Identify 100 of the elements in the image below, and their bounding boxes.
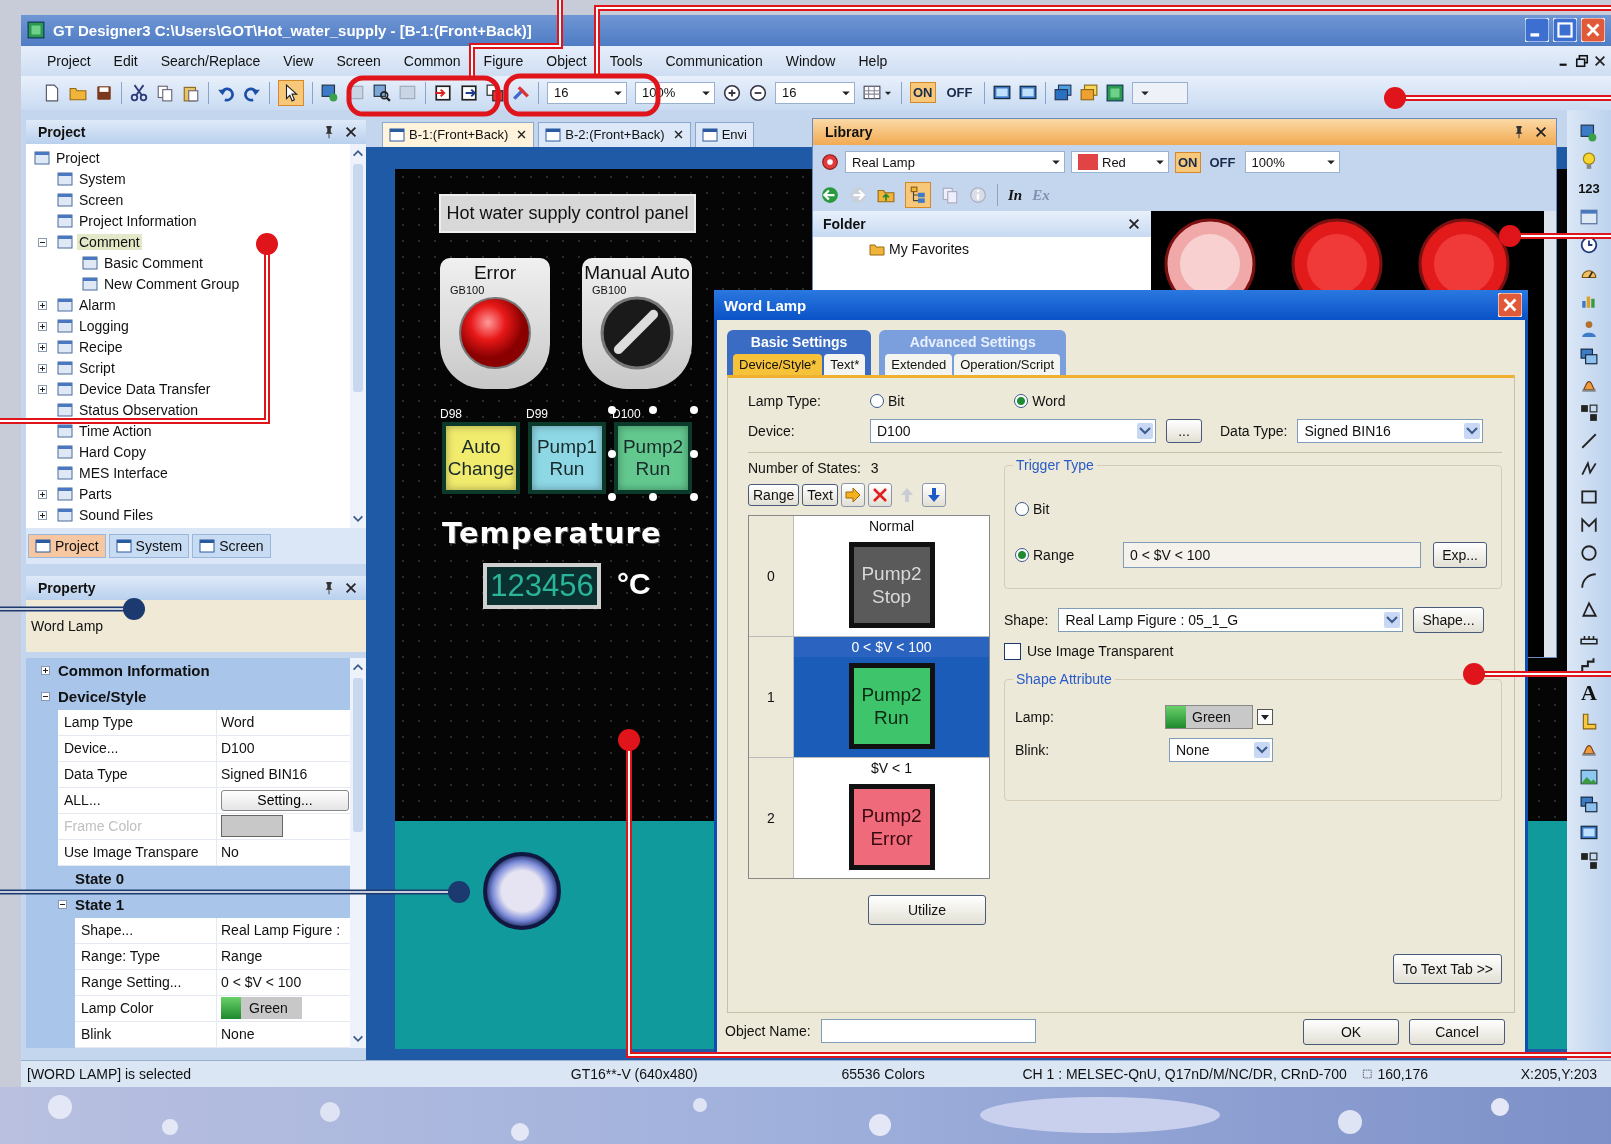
minimize-button[interactable] bbox=[1525, 18, 1549, 43]
expander-icon[interactable] bbox=[38, 489, 47, 499]
radio-button[interactable]: Range bbox=[1015, 547, 1111, 563]
import-button[interactable]: In bbox=[1008, 186, 1023, 204]
back-icon[interactable] bbox=[821, 186, 839, 204]
menu-item[interactable]: Screen bbox=[336, 52, 381, 69]
scale-combo[interactable]: 100% bbox=[1244, 151, 1340, 173]
caret-icon[interactable] bbox=[1257, 708, 1273, 725]
panel-tab[interactable]: Project bbox=[28, 533, 106, 558]
toggle-button[interactable]: OFF bbox=[1206, 151, 1239, 173]
cut-icon[interactable] bbox=[130, 83, 148, 102]
bulb-icon[interactable] bbox=[1580, 151, 1598, 170]
to-text-tab-button[interactable]: To Text Tab >> bbox=[1393, 954, 1502, 984]
polyline-icon[interactable] bbox=[1580, 515, 1598, 534]
scrollbar[interactable] bbox=[350, 143, 366, 528]
editor-tab[interactable]: B-1:(Front+Back) bbox=[382, 121, 535, 147]
stairs-icon[interactable] bbox=[1580, 655, 1598, 674]
expander-icon[interactable] bbox=[38, 510, 47, 520]
radio-button[interactable]: Bit bbox=[870, 393, 905, 409]
copy-icon[interactable] bbox=[156, 83, 174, 102]
scrollbar[interactable] bbox=[350, 657, 366, 1048]
close-icon[interactable] bbox=[1534, 125, 1548, 139]
square-icon[interactable] bbox=[1105, 83, 1124, 102]
tree-item[interactable]: System bbox=[77, 171, 128, 188]
menu-item[interactable]: Search/Replace bbox=[160, 52, 261, 69]
tree-item[interactable]: Status Observation bbox=[77, 402, 201, 419]
l-shape-icon[interactable] bbox=[1580, 711, 1598, 730]
expander-icon[interactable] bbox=[38, 300, 47, 310]
tree-item[interactable]: Project bbox=[54, 150, 102, 167]
radio-dot[interactable] bbox=[1015, 502, 1029, 516]
triangle-icon[interactable] bbox=[1580, 599, 1598, 618]
menu-item[interactable]: Object bbox=[546, 52, 587, 69]
expander-icon[interactable] bbox=[38, 384, 47, 394]
ok-button[interactable]: OK bbox=[1303, 1019, 1399, 1045]
screen-search-icon[interactable] bbox=[373, 83, 391, 102]
state-button[interactable]: Text bbox=[802, 484, 838, 506]
tree-item[interactable]: Alarm bbox=[77, 297, 118, 314]
expander-icon[interactable] bbox=[41, 692, 50, 702]
close-icon[interactable] bbox=[344, 580, 358, 595]
menu-item[interactable]: Figure bbox=[483, 52, 524, 69]
tree-item[interactable]: Logging bbox=[77, 318, 131, 335]
windows-icon[interactable] bbox=[1580, 347, 1598, 366]
person-icon[interactable] bbox=[1580, 319, 1598, 338]
scroll-thumb[interactable] bbox=[353, 163, 363, 392]
expander-icon[interactable] bbox=[41, 666, 50, 676]
folder-item[interactable]: My Favorites bbox=[889, 241, 970, 257]
radio-dot[interactable] bbox=[1014, 394, 1029, 408]
category-combo[interactable]: Real Lamp bbox=[845, 151, 1065, 173]
circle-icon[interactable] bbox=[1580, 543, 1598, 562]
menu-item[interactable]: Tools bbox=[609, 52, 643, 69]
close-button[interactable] bbox=[1581, 18, 1605, 43]
size-combo[interactable]: 16 bbox=[547, 81, 627, 104]
menu-item[interactable]: Project bbox=[47, 52, 91, 69]
panel-tab[interactable]: System bbox=[108, 533, 190, 558]
radio-button[interactable]: Bit bbox=[1015, 501, 1050, 517]
close-icon[interactable] bbox=[1593, 53, 1607, 68]
close-icon[interactable] bbox=[672, 129, 684, 141]
toggle-button[interactable]: ON bbox=[1175, 151, 1201, 173]
tab[interactable]: Text* bbox=[824, 354, 866, 375]
tree-item[interactable]: Project Information bbox=[77, 213, 199, 230]
grid-icon[interactable] bbox=[863, 83, 881, 102]
screen-icon[interactable] bbox=[1580, 123, 1598, 142]
close-icon[interactable] bbox=[516, 129, 528, 141]
rectangle-icon[interactable] bbox=[1580, 487, 1598, 506]
setting-button[interactable]: Setting... bbox=[221, 789, 349, 811]
scroll-thumb[interactable] bbox=[353, 677, 363, 833]
maximize-button[interactable] bbox=[1553, 18, 1577, 43]
radio-dot[interactable] bbox=[1015, 548, 1029, 562]
windows-icon[interactable] bbox=[1580, 795, 1598, 814]
selection-handle[interactable] bbox=[690, 449, 698, 458]
numeric-tool[interactable]: 123 bbox=[1578, 179, 1600, 198]
blink-dropdown[interactable]: None bbox=[1169, 737, 1273, 762]
lamp-button[interactable]: Pump2 Run bbox=[614, 421, 692, 494]
layers-icon[interactable] bbox=[1053, 83, 1072, 102]
tab[interactable]: Operation/Script bbox=[954, 354, 1061, 375]
image-icon[interactable] bbox=[1580, 767, 1598, 786]
close-icon[interactable] bbox=[1127, 217, 1141, 231]
shape-dropdown[interactable]: Real Lamp Figure : 05_1_G bbox=[1058, 608, 1404, 632]
line-icon[interactable] bbox=[1580, 431, 1598, 450]
tree-item[interactable]: Sound Files bbox=[77, 507, 155, 524]
toggle-button[interactable]: OFF bbox=[943, 82, 976, 104]
checkbox-label[interactable]: Use Image Transparent bbox=[1027, 643, 1174, 659]
tab[interactable]: Extended bbox=[885, 354, 953, 375]
tree-item[interactable]: Comment bbox=[77, 234, 142, 251]
tree-item[interactable]: Parts bbox=[77, 486, 114, 503]
arc-icon[interactable] bbox=[1580, 571, 1598, 590]
editor-tab[interactable]: B-2:(Front+Back) bbox=[538, 121, 691, 147]
window-icon[interactable] bbox=[1580, 207, 1598, 226]
squares-icon[interactable] bbox=[1580, 403, 1598, 422]
lamp-color-dropdown[interactable]: Green bbox=[1165, 704, 1253, 729]
tree-item[interactable]: Time Action bbox=[77, 423, 154, 440]
lamp-button[interactable]: Pump1 Run bbox=[528, 421, 606, 494]
screen-icon[interactable] bbox=[321, 83, 339, 102]
polyline-icon[interactable] bbox=[1580, 459, 1598, 478]
color-combo[interactable]: Red bbox=[1071, 151, 1169, 173]
pointer-tool-button[interactable] bbox=[278, 79, 304, 106]
overlapping-boxes-icon[interactable] bbox=[486, 83, 504, 102]
range-field[interactable]: 0 < $V < 100 bbox=[1123, 542, 1422, 568]
shape-button[interactable]: Shape... bbox=[1413, 607, 1484, 633]
expander-icon[interactable] bbox=[38, 363, 47, 373]
